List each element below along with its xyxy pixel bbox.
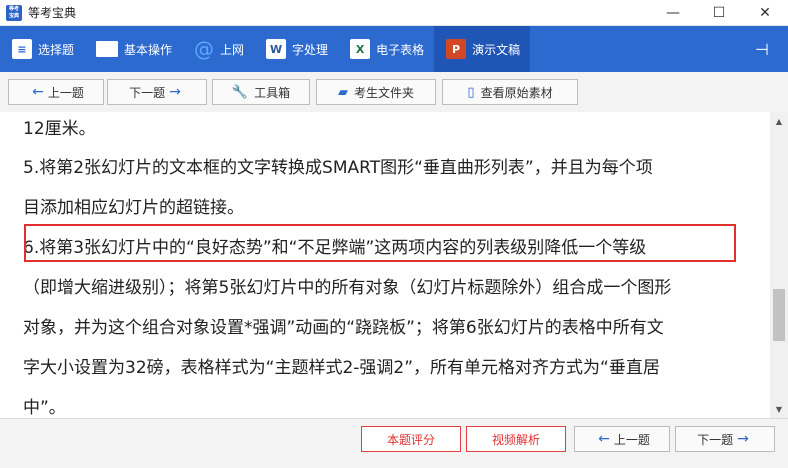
minimize-button[interactable]: —	[650, 0, 696, 25]
candidate-folder-label: 考生文件夹	[353, 85, 414, 100]
arrow-right-icon: →	[169, 84, 181, 100]
question-line: 字大小设置为32磅，表格样式为“主题样式2-强调2”，所有单元格对齐方式为“垂直…	[23, 358, 660, 378]
bottom-next-button[interactable]: 下一题 →	[675, 426, 775, 452]
nav-item-word[interactable]: W 字处理	[254, 26, 338, 72]
view-original-button[interactable]: ▯ 查看原始素材	[442, 79, 578, 105]
window-title: 等考宝典	[28, 6, 77, 20]
nav-item-basic-ops[interactable]: 基本操作	[84, 26, 182, 72]
bottom-bar: 本题评分 视频解析 ← 上一题 下一题 →	[0, 418, 788, 468]
folder-icon: ▰	[337, 84, 348, 100]
list-icon: ≡	[12, 39, 32, 59]
scroll-up-icon[interactable]: ▲	[770, 112, 788, 130]
nav-item-label: 字处理	[292, 42, 329, 57]
nav-item-label: 电子表格	[376, 42, 425, 57]
window-icon	[96, 41, 119, 57]
ie-icon: @	[194, 37, 215, 61]
title-bar: 等考 宝典 等考宝典 — ☐ ✕	[0, 0, 788, 26]
arrow-right-icon: →	[737, 431, 749, 447]
view-original-label: 查看原始素材	[480, 85, 553, 100]
question-line: 中”。	[23, 398, 66, 418]
video-analysis-button[interactable]: 视频解析	[466, 426, 566, 452]
arrow-left-icon: ←	[32, 84, 44, 100]
nav-item-ppt[interactable]: P 演示文稿	[434, 26, 531, 72]
nav-item-label: 上网	[220, 42, 245, 57]
nav-item-label: 基本操作	[124, 42, 173, 57]
scrollbar-thumb[interactable]	[773, 289, 785, 341]
prev-question-label: 上一题	[47, 85, 84, 100]
close-button[interactable]: ✕	[742, 0, 788, 25]
excel-icon: X	[350, 39, 371, 59]
prev-question-button[interactable]: ← 上一题	[8, 79, 104, 105]
nav-item-internet[interactable]: @ 上网	[182, 26, 254, 72]
question-text-area: 12厘米。 5.将第2张幻灯片的文本框的文字转换成SMART图形“垂直曲形列表”…	[0, 112, 770, 418]
app-logo-icon: 等考 宝典	[6, 4, 22, 21]
bottom-prev-label: 上一题	[613, 432, 650, 447]
question-line: 12厘米。	[23, 119, 96, 139]
toolbar: ← 上一题 下一题 → 🔧 工具箱 ▰ 考生文件夹 ▯ 查看原始素材	[0, 72, 788, 113]
nav-item-label: 选择题	[38, 42, 75, 57]
candidate-folder-button[interactable]: ▰ 考生文件夹	[316, 79, 436, 105]
vertical-scrollbar[interactable]: ▲ ▼	[770, 112, 788, 418]
document-icon: ▯	[467, 84, 475, 100]
next-question-button[interactable]: 下一题 →	[107, 79, 207, 105]
question-line: （即增大缩进级别）；将第5张幻灯片中的所有对象（幻灯片标题除外）组合成一个图形	[23, 278, 672, 298]
ppt-icon: P	[446, 39, 467, 59]
question-line: 目添加相应幻灯片的超链接。	[23, 198, 244, 218]
bottom-next-label: 下一题	[697, 432, 734, 447]
nav-item-label: 演示文稿	[472, 42, 521, 57]
toolbox-button[interactable]: 🔧 工具箱	[212, 79, 310, 105]
category-nav: ≡ 选择题 基本操作 @ 上网 W 字处理 X 电子表格 P 演示文稿 ⊣	[0, 26, 788, 72]
toolbox-label: 工具箱	[254, 85, 291, 100]
pin-icon[interactable]: ⊣	[752, 39, 772, 59]
word-icon: W	[266, 39, 287, 59]
bottom-prev-button[interactable]: ← 上一题	[574, 426, 670, 452]
next-question-label: 下一题	[129, 85, 166, 100]
nav-item-choice[interactable]: ≡ 选择题	[0, 26, 84, 72]
maximize-button[interactable]: ☐	[696, 0, 742, 25]
question-line: 5.将第2张幻灯片的文本框的文字转换成SMART图形“垂直曲形列表”，并且为每个…	[23, 158, 653, 178]
nav-item-excel[interactable]: X 电子表格	[338, 26, 434, 72]
highlight-box	[24, 224, 736, 262]
wrench-icon: 🔧	[231, 84, 249, 100]
arrow-left-icon: ←	[598, 431, 610, 447]
scroll-down-icon[interactable]: ▼	[770, 400, 788, 418]
score-button[interactable]: 本题评分	[361, 426, 461, 452]
question-line: 对象，并为这个组合对象设置*强调”动画的“跷跷板”；将第6张幻灯片的表格中所有文	[23, 318, 664, 338]
